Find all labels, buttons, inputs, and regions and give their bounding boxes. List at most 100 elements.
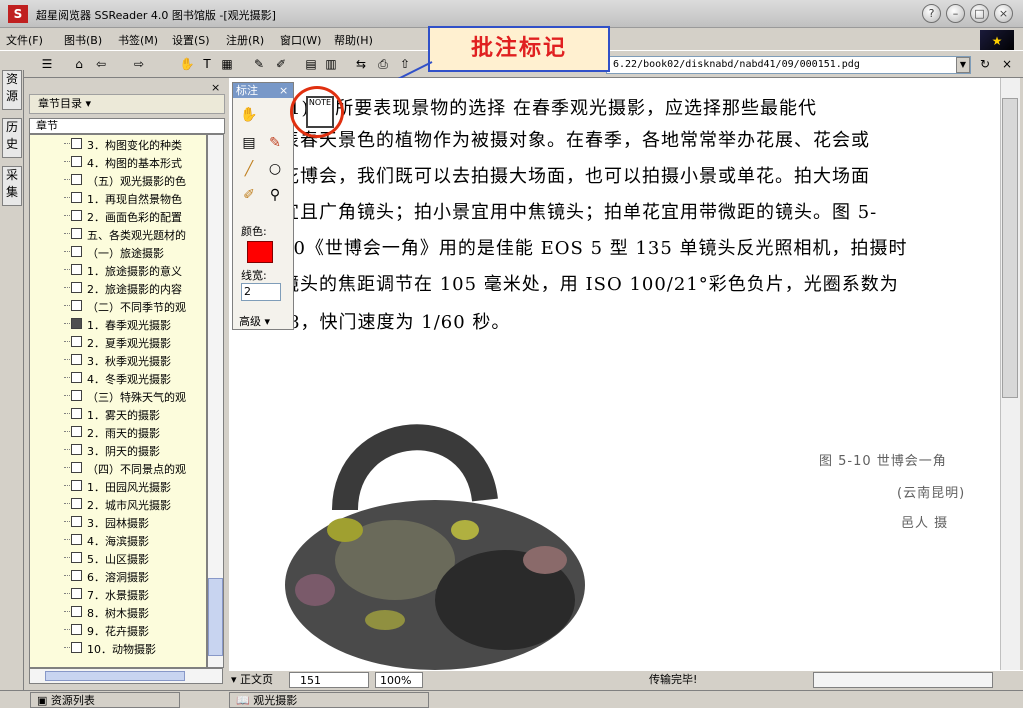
color-picker[interactable] (247, 241, 273, 263)
toc-item[interactable]: 1．再现自然景物色 (30, 189, 206, 207)
close-button[interactable]: × (994, 4, 1013, 23)
toc-item[interactable]: 3．构图变化的种类 (30, 135, 206, 153)
toc-item[interactable]: 1．春季观光摄影 (30, 315, 206, 333)
tree-connector (64, 161, 70, 162)
annotate-icon[interactable]: ✎ (250, 56, 268, 73)
home-icon[interactable]: ⌂ (70, 56, 88, 73)
tree-connector (64, 611, 70, 612)
toc-item[interactable]: （二）不同季节的观 (30, 297, 206, 315)
sidebar-header[interactable]: 章节目录 ▾ (29, 94, 225, 114)
toc-item[interactable]: 1．田园风光摄影 (30, 477, 206, 495)
list-icon[interactable]: ☰ (38, 56, 56, 73)
back-icon[interactable]: ⇦ (92, 56, 110, 73)
tree-connector (64, 503, 70, 504)
linewidth-stepper[interactable]: 2 (241, 283, 281, 301)
help-icon[interactable]: ? (922, 4, 941, 23)
page-icon (71, 588, 82, 599)
toc-item[interactable]: 3．秋季观光摄影 (30, 351, 206, 369)
toc-item[interactable]: （一）旅途摄影 (30, 243, 206, 261)
menu-help[interactable]: 帮助(H) (334, 32, 373, 48)
toc-item[interactable]: 2．画面色彩的配置 (30, 207, 206, 225)
tab-resources[interactable]: 资源 (2, 70, 22, 110)
text-line: (1) 对所要表现景物的选择 在春季观光摄影，应选择那些最能代 (281, 98, 817, 119)
highlight-tool-icon[interactable]: ✐ (239, 185, 259, 205)
tab-resource-list[interactable]: ▣ 资源列表 (30, 692, 180, 708)
menu-bookmark[interactable]: 书签(M) (118, 32, 158, 48)
page-icon (71, 228, 82, 239)
menu-settings[interactable]: 设置(S) (172, 32, 210, 48)
page-down-icon[interactable]: ▥ (322, 56, 340, 73)
toc-item[interactable]: 五、各类观光题材的 (30, 225, 206, 243)
page-icon (71, 498, 82, 509)
toc-item[interactable]: 2．夏季观光摄影 (30, 333, 206, 351)
toc-item[interactable]: 2．旅途摄影的内容 (30, 279, 206, 297)
toolbar-close-icon[interactable]: × (998, 56, 1016, 73)
toc-item[interactable]: 3．阴天的摄影 (30, 441, 206, 459)
page-icon (71, 534, 82, 545)
view-mode-dropdown[interactable]: ▾ 正文页 (231, 672, 281, 688)
page-icon (71, 642, 82, 653)
page-up-icon[interactable]: ▤ (302, 56, 320, 73)
toc-item[interactable]: 2．城市风光摄影 (30, 495, 206, 513)
toc-item[interactable]: （五）观光摄影的色 (30, 171, 206, 189)
annotation-close-icon[interactable]: × (279, 83, 288, 98)
menu-file[interactable]: 文件(F) (6, 32, 43, 48)
tree-connector (64, 179, 70, 180)
circle-tool-icon[interactable]: ○ (265, 159, 285, 179)
toc-item[interactable]: 6．溶洞摄影 (30, 567, 206, 585)
color-label: 颜色: (241, 225, 267, 238)
highlighter-icon[interactable]: ✐ (272, 56, 290, 73)
toc-item[interactable]: 7．水景摄影 (30, 585, 206, 603)
page-scroll-thumb[interactable] (1002, 98, 1018, 398)
note-tool-icon[interactable]: ▤ (239, 133, 259, 153)
toc-item[interactable]: 2．雨天的摄影 (30, 423, 206, 441)
menu-register[interactable]: 注册(R) (226, 32, 264, 48)
app-logo-icon: S (8, 5, 28, 23)
menu-window[interactable]: 窗口(W) (280, 32, 321, 48)
forward-icon[interactable]: ⇨ (130, 56, 148, 73)
tab-history[interactable]: 历史 (2, 118, 22, 158)
page-number-input[interactable]: 151 (289, 672, 369, 688)
menu-book[interactable]: 图书(B) (64, 32, 102, 48)
toc-item[interactable]: 1．雾天的摄影 (30, 405, 206, 423)
toc-item[interactable]: 1．旅途摄影的意义 (30, 261, 206, 279)
hand-tool-icon[interactable]: ✋ (239, 105, 259, 125)
toc-item[interactable]: 8．树木摄影 (30, 603, 206, 621)
tree-connector (64, 215, 70, 216)
url-field[interactable]: 6.22/book02/disknabd/nabd41/09/000151.pd… (606, 56, 971, 74)
maximize-button[interactable]: □ (970, 4, 989, 23)
tab-collect[interactable]: 采集 (2, 166, 22, 206)
progress-scrollbar[interactable] (813, 672, 993, 688)
page-icon (71, 138, 82, 149)
text-line: 10《世博会一角》用的是佳能 EOS 5 型 135 单镜头反光照相机，拍摄时 (281, 238, 908, 259)
toc-item[interactable]: （四）不同景点的观 (30, 459, 206, 477)
line-tool-icon[interactable]: ╱ (239, 159, 259, 179)
toc-item[interactable]: 5．山区摄影 (30, 549, 206, 567)
note-icon[interactable]: NOTE (306, 96, 334, 128)
toc-item[interactable]: 4．构图的基本形式 (30, 153, 206, 171)
page-icon (71, 480, 82, 491)
pencil-tool-icon[interactable]: ✎ (265, 133, 285, 153)
tab-document[interactable]: 📖 观光摄影 (229, 692, 429, 708)
text-select-icon[interactable]: T (198, 56, 216, 73)
toc-item[interactable]: 4．冬季观光摄影 (30, 369, 206, 387)
image-select-icon[interactable]: ▦ (218, 56, 236, 73)
advanced-button[interactable]: 高级 ▾ (239, 313, 270, 329)
tree-connector (64, 287, 70, 288)
toc-scroll-thumb[interactable] (208, 578, 223, 656)
toc-item[interactable]: 10．动物摄影 (30, 639, 206, 657)
toc-item[interactable]: 4．海滨摄影 (30, 531, 206, 549)
minimize-button[interactable]: – (946, 4, 965, 23)
toc-hscroll-thumb[interactable] (45, 671, 185, 681)
toc-item-label: 2．夏季观光摄影 (87, 337, 171, 350)
toc-item[interactable]: （三）特殊天气的观 (30, 387, 206, 405)
figure-caption: 图 5-10 世博会一角 (819, 454, 947, 469)
hand-icon[interactable]: ✋ (178, 56, 196, 73)
link-tool-icon[interactable]: ⚲ (265, 185, 285, 205)
url-dropdown-icon[interactable]: ▼ (956, 57, 970, 73)
go-icon[interactable]: ↻ (976, 56, 994, 73)
sidebar-close-icon[interactable]: × (211, 81, 220, 94)
toc-item[interactable]: 9．花卉摄影 (30, 621, 206, 639)
zoom-select[interactable]: 100% (375, 672, 423, 688)
toc-item[interactable]: 3．园林摄影 (30, 513, 206, 531)
